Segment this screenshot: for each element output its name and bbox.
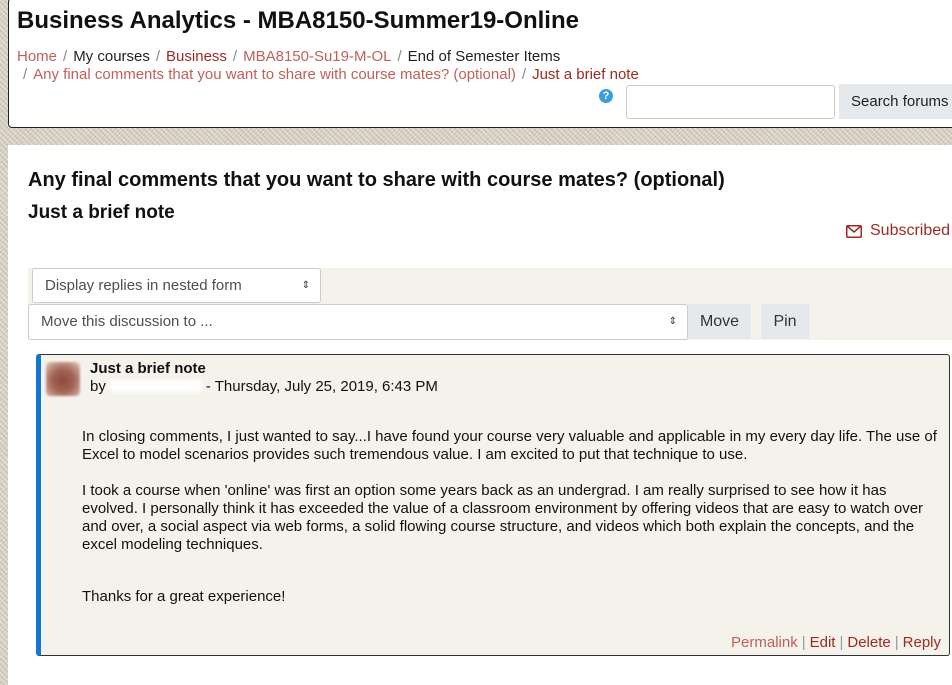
discussion-controls: Display replies in nested form ⇕ Move th… xyxy=(28,268,952,340)
post-subject: Just a brief note xyxy=(90,360,206,377)
breadcrumb-forum[interactable]: Any final comments that you want to shar… xyxy=(33,66,516,83)
post-body: In closing comments, I just wanted to sa… xyxy=(82,428,942,624)
search-forums-button[interactable]: Search forums xyxy=(839,84,952,119)
discussion-heading: Just a brief note xyxy=(28,202,175,223)
chevron-updown-icon: ⇕ xyxy=(668,316,677,327)
post-paragraph: Thanks for a great experience! xyxy=(82,588,286,605)
breadcrumb-my-courses[interactable]: My courses xyxy=(73,48,150,65)
course-title: Business Analytics - MBA8150-Summer19-On… xyxy=(17,7,579,34)
subscribed-toggle[interactable]: Subscribed xyxy=(846,222,950,240)
discussion-title: Any final comments that you want to shar… xyxy=(28,169,725,191)
breadcrumb-discussion[interactable]: Just a brief note xyxy=(532,66,639,83)
breadcrumb-business[interactable]: Business xyxy=(166,48,227,65)
breadcrumb-home[interactable]: Home xyxy=(17,48,57,65)
page-header: Business Analytics - MBA8150-Summer19-On… xyxy=(8,0,952,128)
help-icon[interactable]: ? xyxy=(599,89,613,103)
breadcrumb-line-2: / Any final comments that you want to sha… xyxy=(23,66,639,83)
pin-button[interactable]: Pin xyxy=(761,304,809,339)
author-name-redacted[interactable] xyxy=(109,380,202,392)
subscribed-label: Subscribed xyxy=(870,222,951,239)
post-date: - Thursday, July 25, 2019, 6:43 PM xyxy=(205,378,438,395)
post-paragraph: In closing comments, I just wanted to sa… xyxy=(82,428,937,463)
delete-link[interactable]: Delete xyxy=(847,634,890,651)
breadcrumb: Home / My courses / Business / MBA8150-Su19-M-… xyxy=(17,48,561,65)
breadcrumb-section[interactable]: End of Semester Items xyxy=(408,48,561,65)
post-byline: by - Thursday, July 25, 2019, 6:43 PM xyxy=(90,378,438,395)
move-button[interactable]: Move xyxy=(688,304,751,339)
reply-link[interactable]: Reply xyxy=(903,634,941,651)
post-actions: Permalink | Edit | Delete | Reply xyxy=(731,634,941,651)
breadcrumb-course[interactable]: MBA8150-Su19-M-OL xyxy=(243,48,391,65)
chevron-updown-icon: ⇕ xyxy=(301,280,310,291)
permalink-link[interactable]: Permalink xyxy=(731,634,798,651)
post-paragraph: I took a course when 'online' was first … xyxy=(82,482,924,553)
byline-prefix: by xyxy=(90,378,106,395)
main-content: Any final comments that you want to shar… xyxy=(8,145,952,685)
move-discussion-value: Move this discussion to ... xyxy=(41,313,213,330)
forum-post: Just a brief note by - Thursday, July 25,… xyxy=(36,354,950,656)
avatar[interactable] xyxy=(46,362,80,396)
envelope-icon xyxy=(846,225,862,238)
display-mode-value: Display replies in nested form xyxy=(45,277,242,294)
edit-link[interactable]: Edit xyxy=(810,634,836,651)
display-mode-select[interactable]: Display replies in nested form ⇕ xyxy=(32,268,321,303)
search-input[interactable] xyxy=(626,85,835,119)
move-discussion-select[interactable]: Move this discussion to ... ⇕ xyxy=(28,304,688,340)
